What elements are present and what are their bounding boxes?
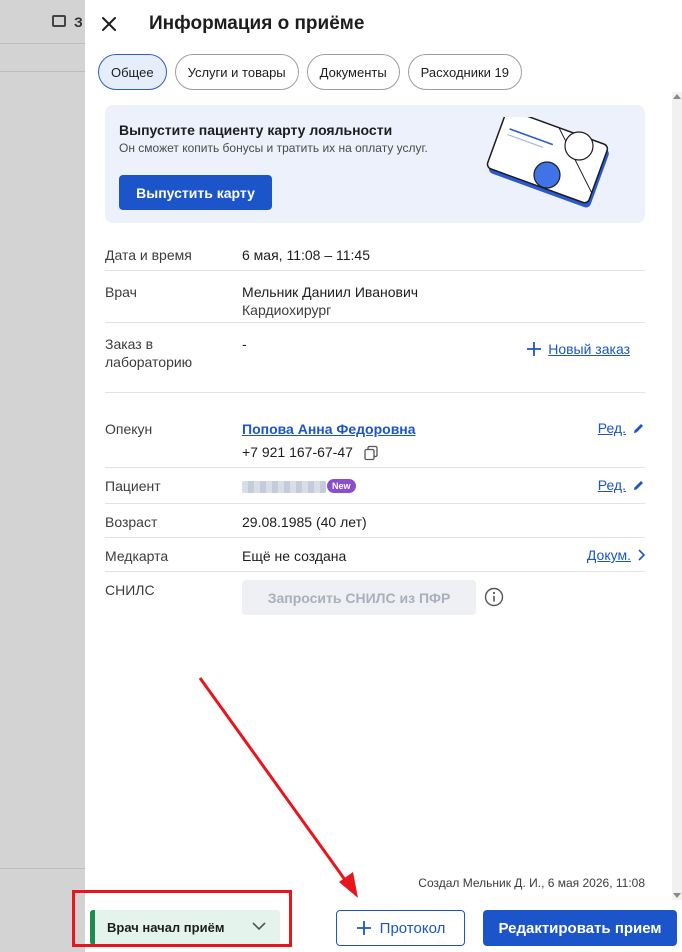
guardian-phone: +7 921 167-67-47 [242,444,353,460]
row-lab-order: Заказ в лабораторию - Новый заказ [105,323,645,393]
row-label: Медкарта [105,548,169,564]
row-label: Возраст [105,514,158,530]
doctor-name: Мельник Даниил Иванович [242,284,419,300]
row-age: Возраст 29.08.1985 (40 лет) [105,504,645,538]
plus-icon [527,342,542,356]
request-snils-button[interactable]: Запросить СНИЛС из ПФР [242,580,476,615]
pencil-icon [634,423,643,433]
row-value: Ещё не создана [242,548,347,564]
copy-icon[interactable] [363,445,379,461]
row-label-line: лабораторию [105,354,193,370]
medcard-documents-link[interactable]: Докум. [587,547,645,563]
created-by-text: Создал Мельник Д. И., 6 мая 2026, 11:08 [418,876,645,890]
scroll-down-icon[interactable] [673,893,681,898]
doctor-specialty: Кардиохирург [242,302,332,318]
background-topbar: З [0,0,85,44]
row-medcard: Медкарта Ещё не создана Докум. [105,538,645,572]
row-label: Опекун [105,421,153,437]
row-value: - [242,336,247,352]
new-badge: New [327,479,356,493]
row-label: Врач [105,284,137,300]
row-value: 29.08.1985 (40 лет) [242,514,367,530]
row-guardian: Опекун Попова Анна Федоровна +7 921 167-… [105,405,645,468]
pencil-icon [634,480,643,490]
divider [0,71,85,72]
wallet-icon [52,15,66,27]
row-label: СНИЛС [105,582,155,598]
drawer-header: Информация о приёме [85,0,682,50]
loyalty-card-banner: Выпустите пациенту карту лояльности Он с… [105,105,645,223]
row-datetime: Дата и время 6 мая, 11:08 – 11:45 [105,235,645,271]
documents-label: Докум. [586,547,631,563]
chevron-right-icon [638,549,645,561]
row-label: Заказ в лабораторию [105,335,192,371]
edit-patient-link[interactable]: Ред. [598,477,645,493]
edit-label: Ред. [597,420,626,436]
patient-name-blurred [242,481,326,493]
highlight-box [72,890,292,947]
edit-label: Ред. [597,477,626,493]
tab-documents[interactable]: Документы [306,54,400,90]
banner-title: Выпустите пациенту карту лояльности [119,122,393,138]
background-tab-fragment: З [74,14,83,30]
row-label: Дата и время [105,247,192,263]
edit-guardian-link[interactable]: Ред. [598,420,645,436]
row-label: Пациент [105,478,161,494]
protocol-button[interactable]: Протокол [336,910,465,946]
banner-subtitle: Он сможет копить бонусы и тратить их на … [119,141,428,155]
guardian-phone-row: +7 921 167-67-47 [242,443,379,461]
tab-services[interactable]: Услуги и товары [174,54,299,90]
new-order-label: Новый заказ [548,341,630,357]
row-label-line: Заказ в [105,336,154,352]
issue-card-button[interactable]: Выпустить карту [119,175,272,210]
loyalty-card-illustration [486,117,609,208]
new-order-link[interactable]: Новый заказ [526,341,630,357]
scroll-up-icon[interactable] [673,94,681,99]
row-value: 6 мая, 11:08 – 11:45 [242,247,371,263]
close-icon[interactable] [99,14,119,34]
tabs: Общее Услуги и товары Документы Расходни… [98,54,522,90]
drawer-title: Информация о приёме [149,13,365,34]
row-doctor: Врач Мельник Даниил Иванович Кардиохирур… [105,271,645,323]
tab-consumables[interactable]: Расходники 19 [407,54,522,90]
scrollbar[interactable] [672,92,682,900]
appointment-drawer: Информация о приёме Общее Услуги и товар… [85,0,682,952]
edit-appointment-button[interactable]: Редактировать прием [483,910,677,946]
row-patient: Пациент New Ред. [105,468,645,504]
guardian-name[interactable]: Попова Анна Федоровна [242,421,416,437]
plus-icon [356,921,371,935]
tab-general[interactable]: Общее [98,54,167,90]
guardian-name-link[interactable]: Попова Анна Федоровна [242,420,416,438]
divider [0,868,85,869]
row-snils: СНИЛС Запросить СНИЛС из ПФР [105,572,645,624]
info-icon[interactable] [484,587,504,607]
protocol-label: Протокол [379,919,446,937]
